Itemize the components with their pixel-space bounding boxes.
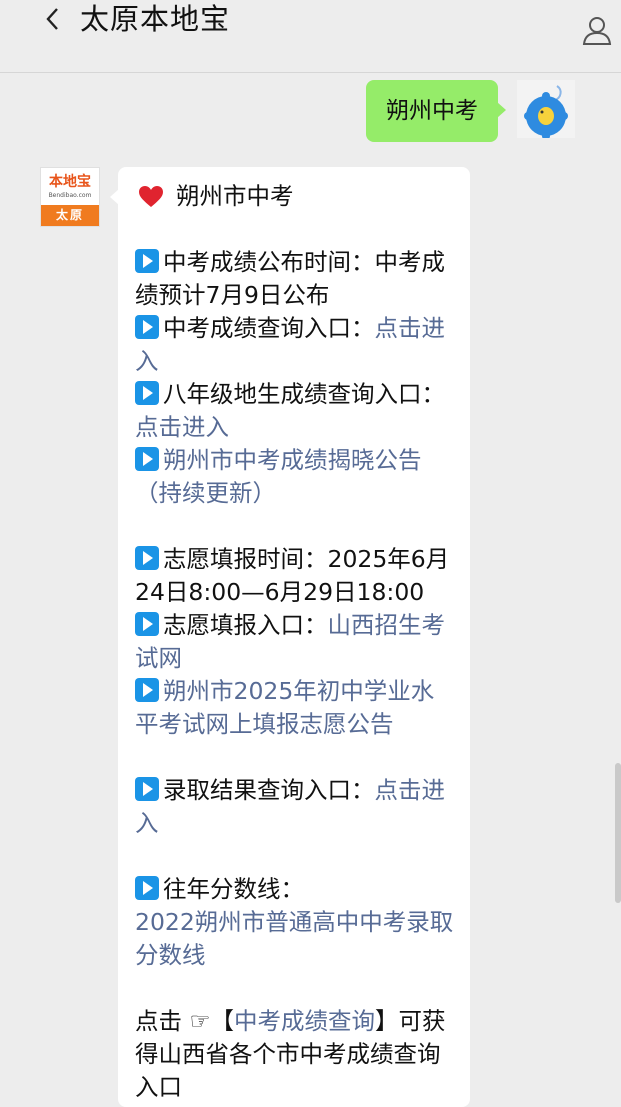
chat-title: 太原本地宝 xyxy=(80,2,231,36)
play-icon xyxy=(135,249,159,273)
avatar-brand-area: 本地宝 Bendibao.com xyxy=(41,168,99,204)
list-item: 朔州市中考成绩揭晓公告（持续更新） xyxy=(135,444,455,510)
play-icon xyxy=(135,678,159,702)
score-query-footer-link[interactable]: 中考成绩查询 xyxy=(234,1007,375,1035)
avatar-brand: 本地宝 xyxy=(49,174,91,190)
play-icon xyxy=(135,381,159,405)
play-icon xyxy=(135,315,159,339)
scrollbar[interactable] xyxy=(615,763,621,903)
list-item: 八年级地生成绩查询入口：点击进入 xyxy=(135,380,445,441)
avatar-city: 太原 xyxy=(41,205,99,226)
incoming-message-bubble: 朔州市中考 中考成绩公布时间：中考成绩预计7月9日公布 中考成绩查询入口：点击进… xyxy=(110,167,470,1107)
bot-avatar[interactable]: 本地宝 Bendibao.com 太原 xyxy=(40,167,100,227)
grade8-query-link[interactable]: 点击进入 xyxy=(135,413,229,441)
avatar-url: Bendibao.com xyxy=(48,192,92,199)
cutoff-scores-link[interactable]: 2022朔州市普通高中中考录取分数线 xyxy=(135,908,453,969)
footer-text: 点击 ☞【中考成绩查询】可获得山西省各个市中考成绩查询入口 xyxy=(135,1007,446,1101)
list-item: 志愿填报时间：2025年6月24日8:00—6月29日18:00 xyxy=(135,545,450,606)
cartoon-avatar-icon xyxy=(517,80,575,138)
play-icon xyxy=(135,546,159,570)
user-avatar[interactable] xyxy=(517,80,575,138)
heart-icon xyxy=(139,185,163,207)
outgoing-message-bubble[interactable]: 朔州中考 xyxy=(366,80,506,142)
list-item: 中考成绩查询入口：点击进入 xyxy=(135,314,445,375)
back-icon[interactable] xyxy=(40,6,66,32)
profile-icon[interactable] xyxy=(581,14,613,46)
list-item: 志愿填报入口：山西招生考试网 xyxy=(135,611,445,672)
list-item: 录取结果查询入口：点击进入 xyxy=(135,776,445,837)
results-announcement-link[interactable]: 朔州市中考成绩揭晓公告（持续更新） xyxy=(135,446,422,507)
message-heading: 朔州市中考 xyxy=(135,180,455,213)
application-notice-link[interactable]: 朔州市2025年初中学业水平考试网上填报志愿公告 xyxy=(135,677,434,738)
heading-text: 朔州市中考 xyxy=(176,182,294,210)
list-item: 2022朔州市普通高中中考录取分数线 xyxy=(135,906,455,972)
play-icon xyxy=(135,876,159,900)
list-item: 中考成绩公布时间：中考成绩预计7月9日公布 xyxy=(135,248,445,309)
message-body: 朔州市中考 中考成绩公布时间：中考成绩预计7月9日公布 中考成绩查询入口：点击进… xyxy=(135,180,455,1104)
list-item: 朔州市2025年初中学业水平考试网上填报志愿公告 xyxy=(135,675,455,741)
play-icon xyxy=(135,777,159,801)
play-icon xyxy=(135,447,159,471)
list-item: 往年分数线： xyxy=(135,873,455,906)
play-icon xyxy=(135,612,159,636)
top-bar: 太原本地宝 xyxy=(0,0,621,73)
